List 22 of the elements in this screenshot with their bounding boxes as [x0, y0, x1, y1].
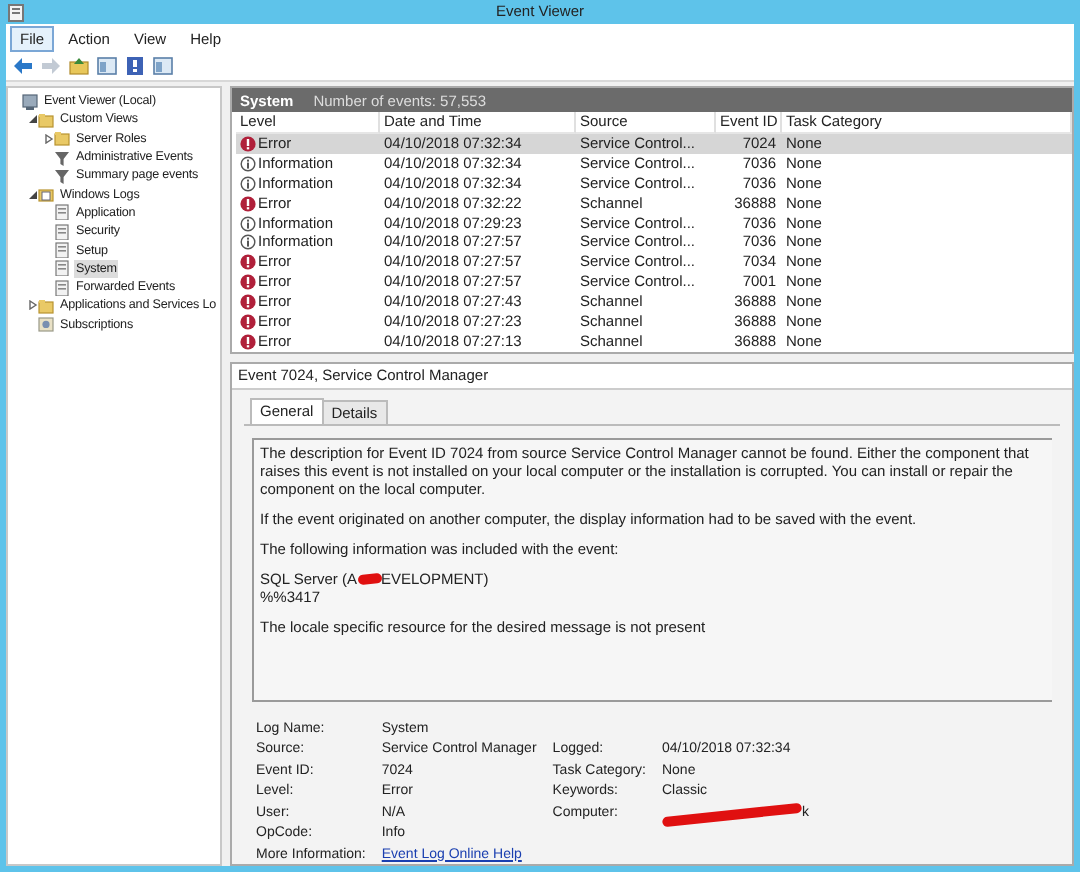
collapse-arrow-icon[interactable]: [27, 114, 37, 125]
info-icon: [240, 234, 256, 251]
expand-arrow-icon[interactable]: [27, 300, 37, 311]
error-icon: [240, 254, 256, 271]
error-icon: [240, 135, 256, 152]
info-icon: [240, 155, 256, 172]
collapse-arrow-icon[interactable]: [27, 189, 37, 200]
error-icon: [240, 195, 256, 212]
computer-icon: [22, 93, 38, 110]
expand-arrow-icon[interactable]: [43, 133, 53, 144]
pane-icon[interactable]: [96, 56, 118, 76]
back-arrow-icon[interactable]: [12, 56, 34, 76]
folder-icon: [38, 297, 54, 314]
info-icon: [240, 175, 256, 192]
info-icon: [240, 215, 256, 231]
help-icon[interactable]: [124, 56, 146, 76]
folder-up-icon[interactable]: [68, 56, 90, 76]
pane-icon[interactable]: [152, 56, 174, 76]
error-icon: [240, 274, 256, 291]
subscriptions-icon: [38, 316, 54, 333]
logs-icon: [38, 186, 54, 203]
redaction-mark: [356, 573, 382, 586]
